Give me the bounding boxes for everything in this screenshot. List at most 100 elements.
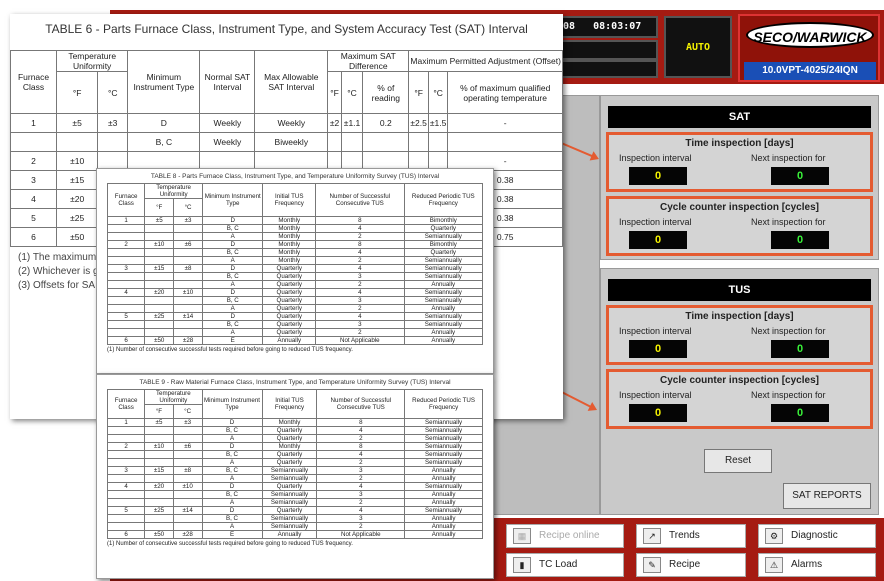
th-c: °C [97,71,129,114]
table-row: B, C Quarterly 3 Semiannually [106,296,484,305]
th-f: °F [144,404,174,419]
table-cell: A [201,256,264,265]
th-min-instr: Minimum Instrument Type [201,389,263,419]
table-cell: D [127,113,201,133]
table-cell: ±1.5 [427,113,449,133]
tus-cycle-interval-label: Inspection interval [619,390,692,400]
table-cell [9,132,58,152]
table-cell: ±15 [144,264,175,273]
table-cell [362,132,410,152]
sat-time-title: Time inspection [days] [685,138,794,149]
table-cell [56,132,99,152]
tc-load-label: TC Load [539,559,578,570]
alarms-button[interactable]: ⚠ Alarms [758,553,876,577]
table-cell [173,256,203,265]
table-cell [144,296,175,305]
th-min-instr: Minimum Instrument Type [201,183,264,217]
tus-time-interval-field[interactable]: 0 [629,340,687,358]
table-cell: Not Applicable [316,530,406,539]
clock-time: 08:03:07 [593,21,642,32]
chart-icon: ↗ [643,528,661,544]
table-cell [106,474,146,483]
th-normal-sat: Normal SAT Interval [199,50,256,114]
table-cell: 2 [106,442,146,451]
table-cell [106,328,146,337]
table-cell: E [201,336,264,345]
brand-panel: SECO/WARWICK 10.0VPT-4025/24IQN [738,14,880,82]
tus-cycle-interval-field[interactable]: 0 [629,404,687,422]
sat-time-interval-field[interactable]: 0 [629,167,687,185]
th-c: °C [172,404,203,419]
table-cell [106,272,146,281]
sat-cycle-next-value: 0 [771,231,829,249]
table-cell: 4 [106,288,146,297]
sat-cycle-interval-field[interactable]: 0 [629,231,687,249]
value-display: 4 [550,60,658,78]
th-class: Furnace Class [106,389,146,419]
table-row: A Semiannually 2 Annually [106,474,483,483]
table-cell [173,304,203,313]
table-cell: 6 [9,227,58,247]
table-cell [172,458,203,467]
table-cell [97,132,129,152]
reset-button[interactable]: Reset [704,449,772,473]
table-cell: ±14 [173,312,203,321]
table-cell [144,320,175,329]
table-row: 4 ±20 ±10 D Quarterly 4 Semiannually [106,482,483,491]
table-cell [106,450,146,459]
table-cell: ±1.1 [340,113,364,133]
tus-cycle-next-value: 0 [771,404,829,422]
table-cell [106,296,146,305]
tus-cycle-title: Cycle counter inspection [cycles] [660,375,819,386]
table-cell: 2 [315,328,405,337]
table-cell: 8 [315,240,405,249]
tc-load-button[interactable]: ▮ TC Load [506,553,624,577]
table-cell: ±2 [327,113,342,133]
table-row: 3 ±15 ±8 D Quarterly 4 Semiannually [106,264,484,273]
recipe-button[interactable]: ✎ Recipe [636,553,746,577]
th-max-offset: Maximum Permitted Adjustment (Offset) [408,50,563,72]
tus-time-interval-label: Inspection interval [619,326,692,336]
status-display [550,40,658,60]
recipe-online-button[interactable]: ▦ Recipe online [506,524,624,548]
th-number: Number of Successful Consecutive TUS [315,183,405,217]
table-cell: Quarterly [403,248,484,257]
table-cell: Annually [261,530,318,539]
table-cell: 4 [316,506,406,515]
sat-panel: SAT Time inspection [days] Inspection in… [600,95,879,260]
table-cell: 4 [315,224,405,233]
table-cell: 2 [9,151,58,171]
table-cell [144,304,175,313]
table-cell: 3 [316,514,406,523]
table-cell: Weekly [254,113,329,133]
table-row: A Monthly 2 Semiannually [106,232,484,241]
table-cell: Semiannually [403,256,484,265]
table-cell [144,280,175,289]
table-cell: ±6 [172,442,203,451]
table-cell [172,522,203,531]
table-cell: Annually [404,466,483,475]
table-cell [106,426,146,435]
table-row: A Semiannually 2 Annually [106,522,483,531]
th-f: °F [144,198,175,217]
table-cell: B, C [201,466,263,475]
table-cell: ±10 [173,288,203,297]
diagnostic-button[interactable]: ⚙ Diagnostic [758,524,876,548]
trends-button[interactable]: ↗ Trends [636,524,746,548]
table-row: B, C Monthly 4 Quarterly [106,224,484,233]
table-cell: 4 [9,189,58,209]
table-cell: B, C [201,426,263,435]
sat-cycle-title: Cycle counter inspection [cycles] [660,202,819,213]
table-cell: 2 [315,280,405,289]
table-cell: 2 [316,498,406,507]
table-row: B, C Quarterly 3 Semiannually [106,320,484,329]
th-c3: °C [427,71,449,114]
table-cell [144,498,174,507]
table-cell: 4 [315,288,405,297]
th-temp-uniformity: Temperature Uniformity [56,50,129,72]
table-cell: 4 [316,426,406,435]
th-uniformity: Temperature Uniformity [144,389,203,405]
table-cell: 1 [9,113,58,133]
sat-reports-button[interactable]: SAT REPORTS [783,483,871,509]
table-cell [340,132,364,152]
